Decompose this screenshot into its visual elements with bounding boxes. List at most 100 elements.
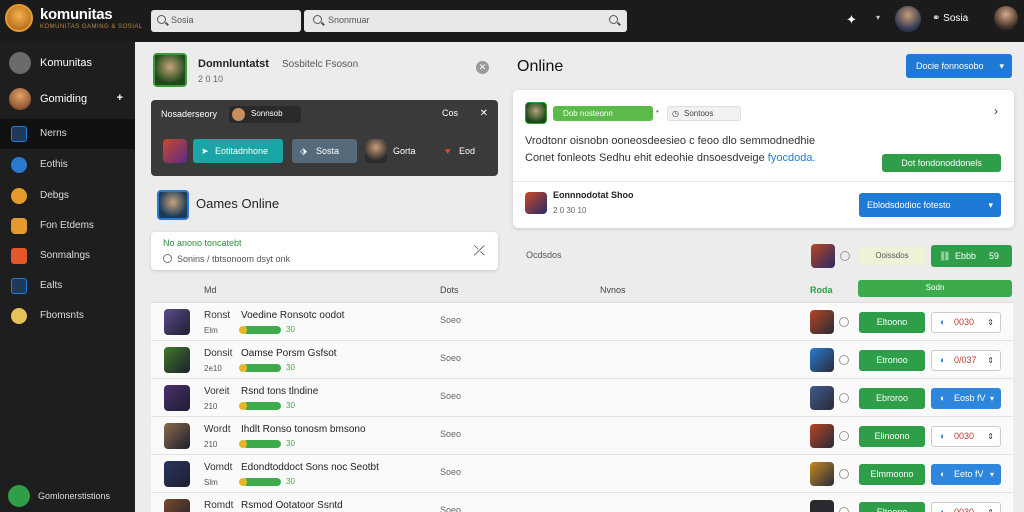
dark-card-primary-button[interactable]: ➤ Eotitadnhone [193,139,283,163]
brand-logo[interactable] [5,4,33,32]
player-avatar[interactable] [365,139,387,163]
game-thumb[interactable] [525,192,547,214]
table-row[interactable]: Voreit Rsnd tons tlndine 210 30 Soeo Ebroroo ◐… [151,379,1013,417]
sidebar-item-debgs[interactable]: Debgs [0,181,135,211]
info-blue-dropdown[interactable]: Eblodsdodioc fotesto ▾ [859,193,1001,217]
radio-option[interactable] [839,507,849,512]
game-thumb[interactable] [811,244,835,268]
mid-green-button[interactable]: ⛓ Ebbb 59 [931,245,1012,267]
radio-option[interactable] [839,469,849,479]
radio-option[interactable] [839,317,849,327]
profile-name[interactable]: Domnluntatst [198,58,269,70]
main-search-input[interactable]: Snonmuar [304,10,627,32]
row-action-button[interactable]: Ebroroo [859,388,925,409]
row-select[interactable]: ◐ Eeto fV ▾ [931,464,1001,485]
clock-icon: ◐ [940,469,946,479]
row-action-button[interactable]: Etronoo [859,350,925,371]
chevron-down-icon[interactable]: ▾ [876,13,880,22]
game-name[interactable]: Eonnnodotat Shoo [553,190,633,200]
table-row[interactable]: Ronst Voedine Ronsotc oodot Elm 30 Soeo Eltoo… [151,303,1013,341]
row-select[interactable]: ◐0030⇕ [931,312,1001,333]
game-thumb[interactable] [164,385,190,411]
user-avatar[interactable] [895,6,921,32]
sidebar-item-fon-etdems[interactable]: Fon Etdems [0,211,135,241]
row-action-button[interactable]: Elinoono [859,426,925,447]
row-game-icon[interactable] [810,500,834,512]
game-thumb[interactable] [525,102,547,124]
game-thumb[interactable] [164,309,190,335]
dark-card-gorta-label[interactable]: Gorta [393,139,433,163]
row-game-icon[interactable] [810,462,834,486]
radio-option[interactable] [163,254,172,263]
link-icon: ⚭ [932,13,941,24]
dark-card-sosta-button[interactable]: ⬗ Sosta [292,139,357,163]
sidebar-item-fbomsnts[interactable]: Fbomsnts [0,301,135,331]
search-submit-icon[interactable] [609,15,618,24]
gaming-avatar-icon [9,88,31,110]
dark-card-eod-button[interactable]: ♥ Eod [441,139,485,163]
column-header-md[interactable]: Md [204,285,217,295]
row-game-icon[interactable] [810,310,834,334]
sidebar-item-settings[interactable]: Sonmalngs [0,241,135,271]
game-thumb[interactable] [164,499,190,512]
column-header-roda[interactable]: Roda [810,285,833,295]
row-action-button[interactable]: Eltoono [859,502,925,512]
dark-card-user[interactable]: Sonnsob [229,106,301,123]
profile-avatar[interactable] [994,6,1018,30]
close-icon[interactable]: ✕ [480,108,488,119]
row-title[interactable]: Voedine Ronsotc oodot [241,310,344,321]
game-thumb[interactable] [164,347,190,373]
sidebar-item-ealts[interactable]: Ealts [0,271,135,301]
game-thumb[interactable] [163,139,187,163]
sidebar-item-gaming[interactable]: Gomiding + [0,84,135,114]
info-green-button[interactable]: Dot fondonoddonels [882,154,1001,172]
close-icon[interactable]: ✕ [476,61,489,74]
radio-option[interactable] [839,431,849,441]
radio-option[interactable] [839,393,849,403]
game-thumb[interactable] [164,461,190,487]
row-select[interactable]: ◐ Eosb fV ▾ [931,388,1001,409]
row-title[interactable]: Oamse Porsm Gsfsot [241,348,337,359]
profile-game-avatar[interactable] [153,53,187,87]
chevron-right-icon[interactable]: › [994,104,998,118]
brand-name[interactable]: komunitas [40,6,113,23]
add-icon[interactable]: + [117,92,123,104]
games-online-avatar[interactable] [157,190,189,220]
sidebar-item-komunitas[interactable]: Komunitas [0,48,135,78]
mid-pill[interactable]: Ooissdos [858,247,926,265]
column-header-sodn-button[interactable]: Sodn [858,280,1012,297]
sidebar-item-events[interactable]: Eothis [0,150,135,180]
row-type: Romdt [204,500,234,511]
online-dropdown[interactable]: Docie fonnosobo ▾ [906,54,1012,78]
table-row[interactable]: Donsit Oamse Porsm Gsfsot 2e10 30 Soeo Etrono… [151,341,1013,379]
clock-icon: ◐ [940,393,946,403]
sidebar-item-news[interactable]: Nerns [0,119,135,149]
row-title[interactable]: Rsnd tons tlndine [241,386,318,397]
table-row[interactable]: Vomdt Edondtoddoct Sons noc Seotbt Slm 30 So… [151,455,1013,493]
row-action-button[interactable]: Eltoono [859,312,925,333]
column-header-dots[interactable]: Dots [440,285,459,295]
dark-card-share[interactable]: Cos [442,108,458,118]
user-menu[interactable]: ⚭ Sosia [932,13,968,24]
row-title[interactable]: Ihdlt Ronso tonosm bmsono [241,424,366,435]
table-row[interactable]: Wordt Ihdlt Ronso tonosm bmsono 210 30 Soeo E… [151,417,1013,455]
swap-icon[interactable]: ⤫ [474,242,485,259]
row-select[interactable]: ◐0030⇕ [931,426,1001,447]
row-action-button[interactable]: Elmmoono [859,464,925,485]
category-search-input[interactable]: Sosia [151,10,301,32]
row-select[interactable]: ◐ 0/037 ⇕ [931,350,1001,371]
radio-option[interactable] [839,355,849,365]
game-thumb[interactable] [164,423,190,449]
row-select[interactable]: ◐0030⇕ [931,502,1001,512]
radio-option[interactable] [840,251,850,261]
pin-icon[interactable]: ✦ [846,12,860,27]
info-link[interactable]: fyocdoda. [768,152,816,164]
column-header-nvnos[interactable]: Nvnos [600,285,626,295]
row-title[interactable]: Edondtoddoct Sons noc Seotbt [241,462,379,473]
tag-badge[interactable]: ◷ Sontoos [667,106,741,121]
row-title[interactable]: Rsmod Ootatoor Ssntd [241,500,343,511]
row-game-icon[interactable] [810,386,834,410]
row-game-icon[interactable] [810,424,834,448]
row-game-icon[interactable] [810,348,834,372]
table-row[interactable]: RomdtRsmod Ootatoor Ssntd21030SoeoEltoon… [151,493,1013,512]
